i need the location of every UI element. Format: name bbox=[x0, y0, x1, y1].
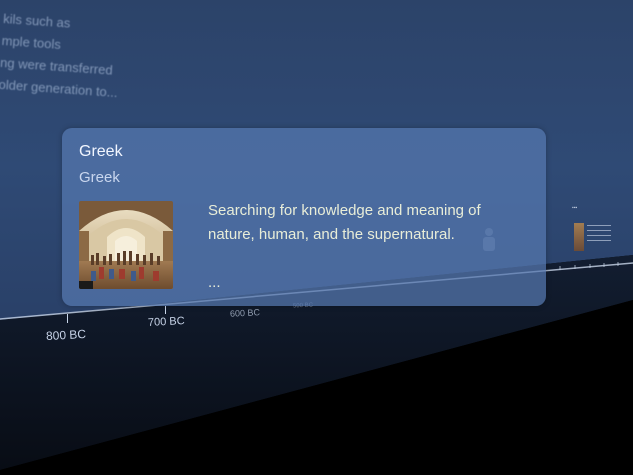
tick-800bc bbox=[67, 314, 68, 323]
axis-label-600bc: 600 BC bbox=[229, 307, 261, 319]
event-card-greek[interactable]: Greek Greek Searching for knowledge and … bbox=[62, 128, 546, 306]
distant-event-text bbox=[587, 225, 611, 249]
event-subtitle: Greek bbox=[79, 169, 120, 186]
background-era-text: kils such as mple tools ng were transfer… bbox=[0, 10, 119, 101]
event-title: Greek bbox=[79, 143, 123, 160]
axis-label-800bc: 800 BC bbox=[45, 326, 87, 344]
tick-700bc bbox=[165, 306, 166, 314]
event-description: Searching for knowledge and meaning of n… bbox=[208, 202, 481, 243]
distant-event-title: ▪▪▪ bbox=[572, 205, 578, 211]
distant-event-card[interactable]: ▪▪▪ bbox=[572, 205, 616, 253]
distant-event-thumbnail bbox=[574, 223, 584, 251]
school-of-athens-thumbnail[interactable] bbox=[79, 201, 173, 289]
more-link[interactable]: ... bbox=[208, 274, 221, 291]
timeline-viewport[interactable]: kils such as mple tools ng were transfer… bbox=[0, 0, 633, 475]
axis-label-700bc: 700 BC bbox=[147, 315, 185, 329]
painting-image bbox=[79, 201, 173, 289]
